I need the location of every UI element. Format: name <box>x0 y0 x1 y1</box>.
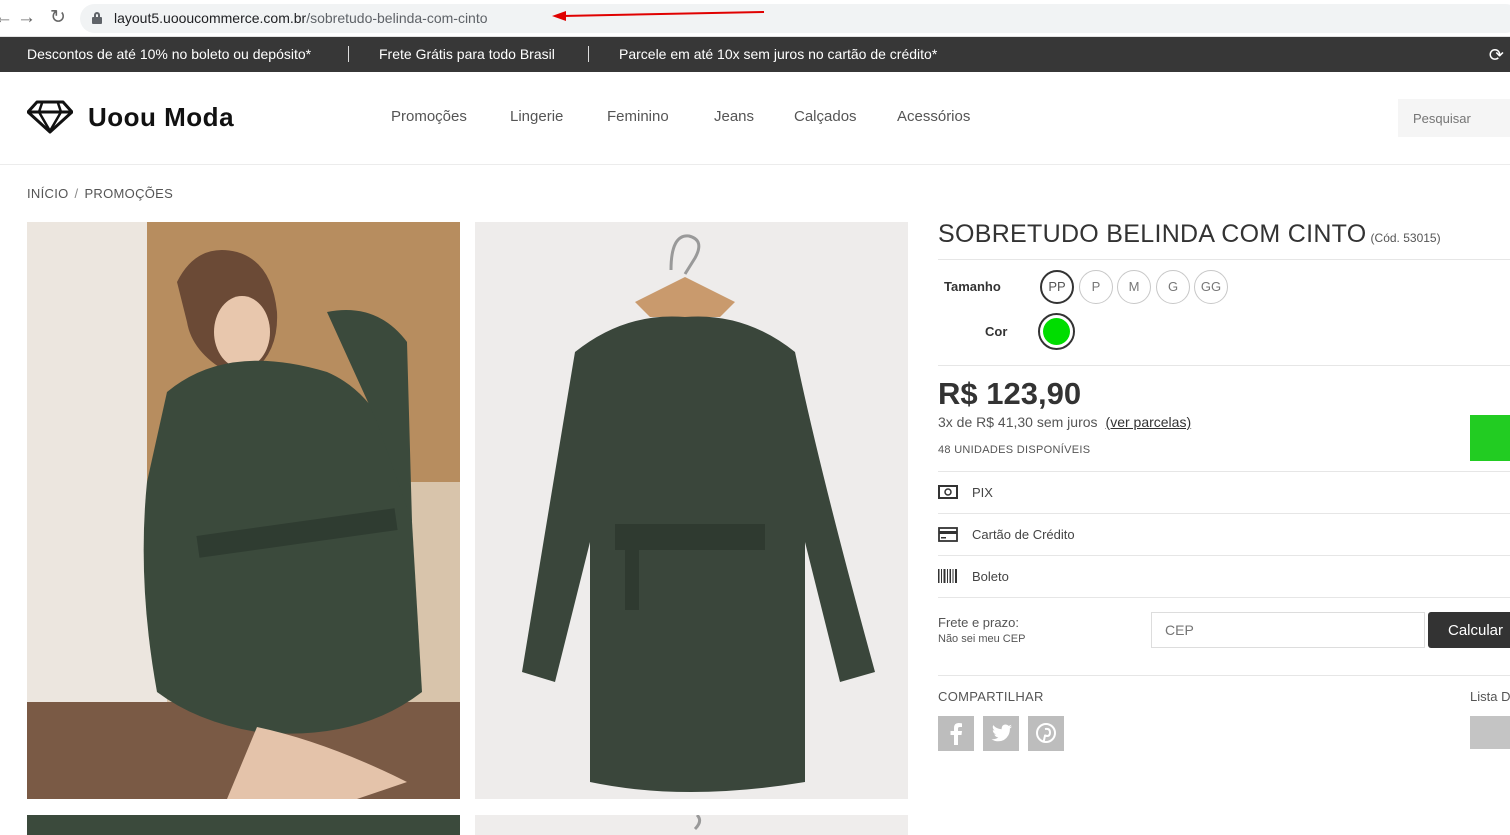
divider <box>938 259 1510 260</box>
menu-item-lingerie[interactable]: Lingerie <box>510 108 563 125</box>
address-bar[interactable]: layout5.uooucommerce.com.br/sobretudo-be… <box>80 4 1510 33</box>
facebook-icon <box>950 723 962 745</box>
breadcrumb-home[interactable]: INÍCIO <box>27 186 69 201</box>
forward-icon[interactable]: → <box>17 6 36 30</box>
site-logo[interactable]: Uoou Moda <box>88 102 234 133</box>
shipping-label: Frete e prazo: <box>938 615 1019 630</box>
product-photo-thumb-3[interactable] <box>27 815 460 835</box>
announcement-discount: Descontos de até 10% no boleto ou depósi… <box>27 46 312 62</box>
share-twitter-button[interactable] <box>983 716 1019 751</box>
announcement-installments: Parcele em até 10x sem juros no cartão d… <box>619 46 938 62</box>
diamond-logo-icon[interactable] <box>27 100 73 134</box>
product-photo-thumb-4[interactable] <box>475 815 908 835</box>
share-label: COMPARTILHAR <box>938 689 1044 704</box>
refresh-icon[interactable]: ⟳ <box>1489 45 1504 66</box>
site-header: Uoou Moda Promoções Lingerie Feminino Je… <box>0 72 1510 165</box>
add-to-wishlist-button[interactable] <box>1470 716 1510 749</box>
size-option-g[interactable]: G <box>1156 270 1190 304</box>
view-installments-link[interactable]: (ver parcelas) <box>1106 414 1192 430</box>
menu-item-promocoes[interactable]: Promoções <box>391 108 467 125</box>
product-price: R$ 123,90 <box>938 376 1082 411</box>
size-option-pp[interactable]: PP <box>1040 270 1074 304</box>
size-option-p[interactable]: P <box>1079 270 1113 304</box>
size-option-gg[interactable]: GG <box>1194 270 1228 304</box>
menu-item-calcados[interactable]: Calçados <box>794 108 857 125</box>
share-pinterest-button[interactable] <box>1028 716 1064 751</box>
menu-item-jeans[interactable]: Jeans <box>714 108 754 125</box>
installments-info: 3x de R$ 41,30 sem juros (ver parcelas) <box>938 414 1192 430</box>
reload-icon[interactable]: ↻ <box>50 6 66 30</box>
product-photo-model[interactable] <box>27 222 460 799</box>
stock-count: 48 UNIDADES DISPONÍVEIS <box>938 444 1091 456</box>
breadcrumb-promocoes[interactable]: PROMOÇÕES <box>84 186 173 201</box>
payment-label-boleto: Boleto <box>972 569 1009 584</box>
divider <box>938 471 1510 472</box>
credit-card-icon <box>938 527 958 542</box>
divider <box>348 46 349 62</box>
breadcrumb-separator: / <box>74 186 79 201</box>
product-title: SOBRETUDO BELINDA COM CINTO (Cód. 53015) <box>938 220 1441 248</box>
announcement-shipping: Frete Grátis para todo Brasil <box>379 46 555 62</box>
breadcrumb: INÍCIO / PROMOÇÕES <box>27 186 173 201</box>
menu-item-acessorios[interactable]: Acessórios <box>897 108 970 125</box>
payment-option-pix[interactable]: PIX <box>938 485 1238 501</box>
search-input[interactable] <box>1398 99 1510 137</box>
product-photo-back[interactable] <box>475 222 908 799</box>
pinterest-icon <box>1036 723 1056 743</box>
money-icon <box>938 485 958 499</box>
product-code: (Cód. 53015) <box>1370 231 1441 245</box>
payment-option-card[interactable]: Cartão de Crédito <box>938 527 1238 543</box>
calculate-shipping-button[interactable]: Calcular <box>1428 612 1510 648</box>
divider <box>938 675 1510 676</box>
annotation-arrow-icon <box>552 11 765 21</box>
payment-option-boleto[interactable]: Boleto <box>938 569 1238 585</box>
url-text[interactable]: layout5.uooucommerce.com.br/sobretudo-be… <box>114 10 488 26</box>
divider <box>938 365 1510 366</box>
announcement-bar: Descontos de até 10% no boleto ou depósi… <box>0 37 1510 72</box>
color-swatch <box>1043 318 1070 345</box>
twitter-icon <box>991 724 1012 742</box>
menu-item-feminino[interactable]: Feminino <box>607 108 669 125</box>
wishlist-label: Lista D <box>1470 689 1510 704</box>
divider <box>938 513 1510 514</box>
color-option-green[interactable] <box>1038 313 1075 350</box>
barcode-icon <box>938 569 957 583</box>
payment-label-pix: PIX <box>972 485 993 500</box>
back-icon[interactable]: ← <box>0 6 13 30</box>
size-option-m[interactable]: M <box>1117 270 1151 304</box>
browser-toolbar: ← → ↻ layout5.uooucommerce.com.br/sobret… <box>0 0 1510 37</box>
share-facebook-button[interactable] <box>938 716 974 751</box>
divider <box>588 46 589 62</box>
payment-label-card: Cartão de Crédito <box>972 527 1075 542</box>
unknown-cep-link[interactable]: Não sei meu CEP <box>938 633 1025 645</box>
buy-button[interactable] <box>1470 415 1510 461</box>
size-label: Tamanho <box>944 279 1001 294</box>
color-label: Cor <box>985 324 1008 339</box>
cep-input[interactable] <box>1151 612 1425 648</box>
divider <box>938 597 1510 598</box>
divider <box>938 555 1510 556</box>
lock-icon <box>92 12 102 24</box>
